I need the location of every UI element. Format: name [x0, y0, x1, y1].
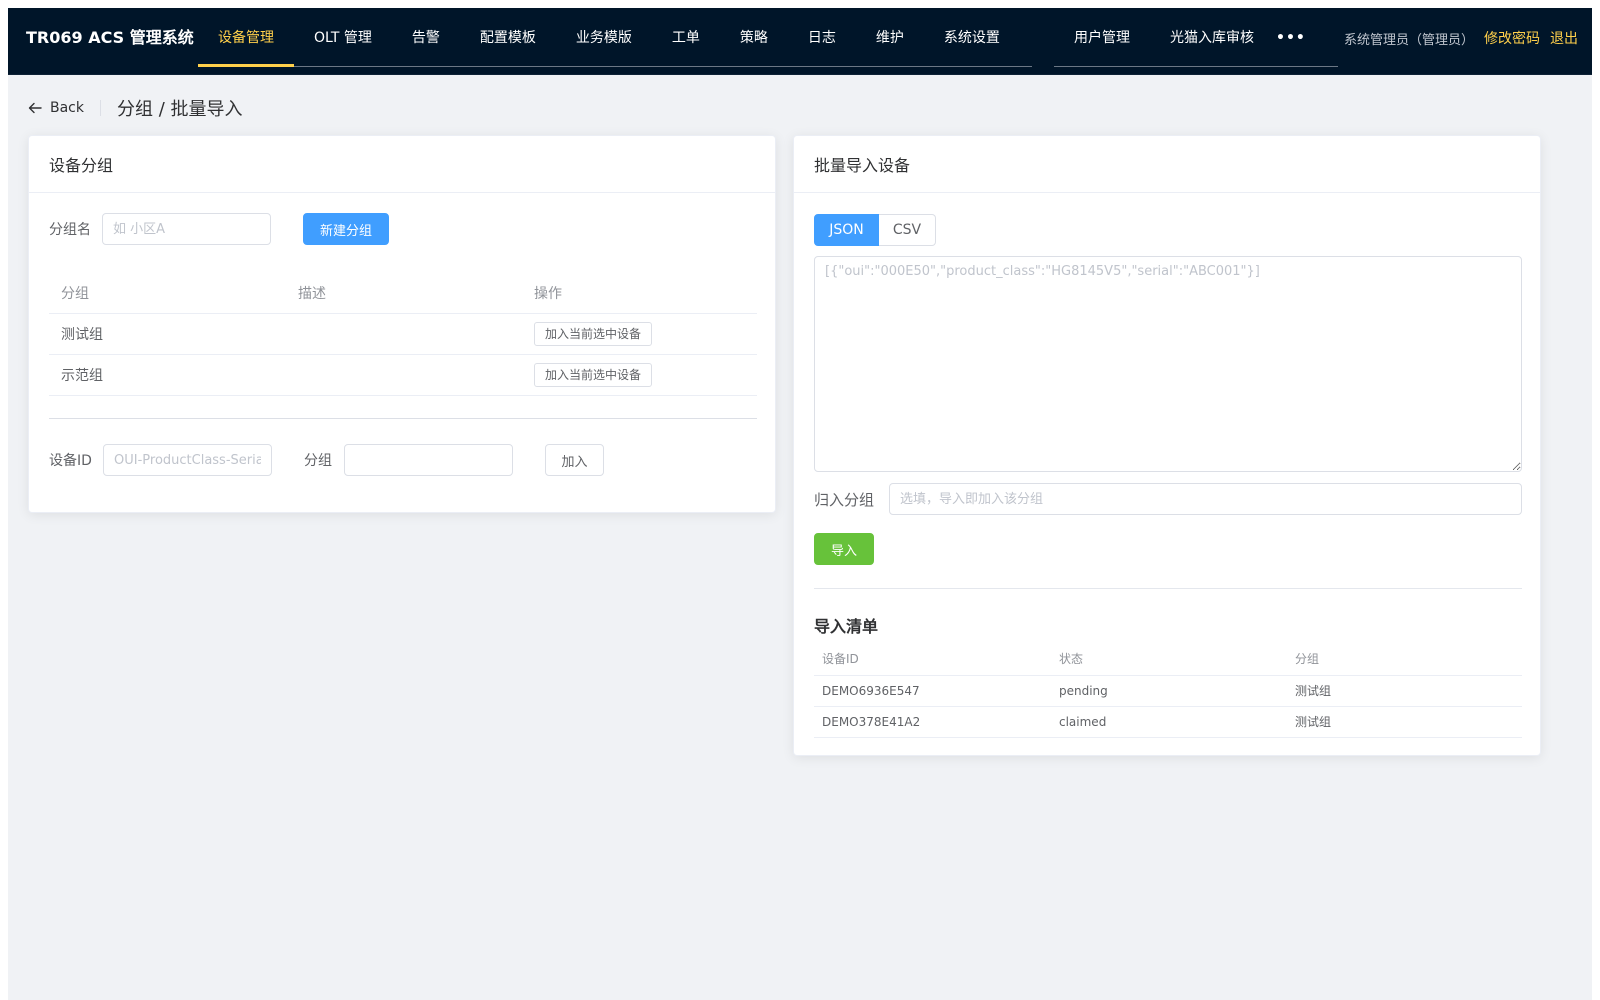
section-divider — [49, 418, 757, 419]
add-selected-devices-button[interactable]: 加入当前选中设备 — [534, 362, 653, 387]
column-header-status: 状态 — [1051, 643, 1287, 676]
nav-item-system-settings[interactable]: 系统设置 — [924, 8, 1020, 66]
nav-item-logs[interactable]: 日志 — [788, 8, 856, 66]
assign-group-row: 归入分组 — [814, 483, 1522, 515]
table-row: 示范组 加入当前选中设备 — [49, 354, 757, 396]
add-selected-devices-button[interactable]: 加入当前选中设备 — [534, 321, 653, 346]
import-button[interactable]: 导入 — [814, 533, 874, 565]
more-dots-icon: ••• — [1276, 30, 1306, 46]
app-title: TR069 ACS 管理系统 — [26, 28, 194, 47]
import-data-textarea[interactable] — [814, 256, 1522, 472]
groups-table-header: 分组 描述 操作 — [49, 273, 757, 314]
group-label: 分组 — [304, 453, 332, 469]
group-name-cell: 示范组 — [49, 354, 286, 396]
nav-item-user-management[interactable]: 用户管理 — [1054, 8, 1150, 66]
user-area: 系统管理员（管理员） 修改密码 退出 — [1344, 8, 1578, 68]
create-group-row: 分组名 新建分组 — [49, 213, 389, 245]
group-input[interactable] — [344, 444, 513, 476]
group-description-cell — [286, 354, 522, 396]
page-header: Back 分组 / 批量导入 — [28, 96, 243, 120]
batch-import-card-title: 批量导入设备 — [794, 136, 1540, 193]
top-nav-bar: TR069 ACS 管理系统 设备管理 OLT 管理 告警 配置模板 业务模版 … — [8, 8, 1592, 75]
nav-item-onu-intake-review[interactable]: 光猫入库审核 — [1150, 8, 1274, 66]
format-tab-csv[interactable]: CSV — [879, 214, 936, 246]
batch-import-card: 批量导入设备 JSON CSV 归入分组 导入 导入清单 设备ID 状态 分组 — [793, 135, 1541, 756]
device-id-label: 设备ID — [49, 453, 92, 469]
nav-item-work-orders[interactable]: 工单 — [652, 8, 720, 66]
table-row: 测试组 加入当前选中设备 — [49, 313, 757, 355]
app-frame: TR069 ACS 管理系统 设备管理 OLT 管理 告警 配置模板 业务模版 … — [8, 8, 1592, 1000]
main-nav: 设备管理 OLT 管理 告警 配置模板 业务模版 工单 策略 日志 维护 系统设… — [198, 8, 1032, 67]
change-password-link[interactable]: 修改密码 — [1484, 28, 1540, 48]
back-button[interactable]: Back — [28, 100, 101, 116]
group-name-input[interactable] — [102, 213, 271, 245]
device-id-cell: DEMO378E41A2 — [814, 706, 1051, 738]
group-name-label: 分组名 — [49, 222, 91, 238]
add-device-row: 设备ID 分组 加入 — [49, 444, 604, 476]
group-action-cell: 加入当前选中设备 — [522, 313, 757, 355]
status-cell: claimed — [1051, 706, 1287, 738]
nav-item-device-management[interactable]: 设备管理 — [198, 8, 294, 67]
nav-item-service-templates[interactable]: 业务模版 — [556, 8, 652, 66]
nav-item-alarms[interactable]: 告警 — [392, 8, 460, 66]
import-list-table: 设备ID 状态 分组 DEMO6936E547 pending 测试组 DEMO… — [814, 643, 1522, 738]
import-list-header: 设备ID 状态 分组 — [814, 643, 1522, 676]
more-menu-button[interactable]: ••• — [1276, 8, 1306, 68]
page-title: 分组 / 批量导入 — [117, 99, 243, 120]
create-group-button[interactable]: 新建分组 — [303, 213, 389, 245]
current-user-name: 系统管理员（管理员） — [1343, 32, 1474, 48]
nav-item-policies[interactable]: 策略 — [720, 8, 788, 66]
format-tab-json[interactable]: JSON — [814, 214, 879, 246]
section-divider — [814, 588, 1522, 589]
back-label: Back — [50, 100, 84, 116]
column-header-actions: 操作 — [522, 273, 757, 314]
column-header-group: 分组 — [49, 273, 286, 314]
format-toggle: JSON CSV — [814, 214, 936, 246]
device-groups-card: 设备分组 分组名 新建分组 分组 描述 操作 测试组 — [28, 135, 776, 513]
table-row: DEMO378E41A2 claimed 测试组 — [814, 706, 1522, 738]
group-action-cell: 加入当前选中设备 — [522, 354, 757, 396]
assign-group-input[interactable] — [889, 483, 1522, 515]
group-name-cell: 测试组 — [49, 313, 286, 355]
group-cell: 测试组 — [1287, 706, 1522, 738]
nav-item-olt-management[interactable]: OLT 管理 — [294, 8, 392, 66]
status-cell: pending — [1051, 675, 1287, 707]
device-id-input[interactable] — [103, 444, 272, 476]
logout-link[interactable]: 退出 — [1550, 28, 1578, 48]
nav-item-config-templates[interactable]: 配置模板 — [460, 8, 556, 66]
column-header-description: 描述 — [286, 273, 522, 314]
device-groups-card-title: 设备分组 — [29, 136, 775, 193]
assign-group-label: 归入分组 — [814, 490, 875, 509]
arrow-left-icon — [28, 102, 42, 114]
table-row: DEMO6936E547 pending 测试组 — [814, 675, 1522, 707]
device-id-cell: DEMO6936E547 — [814, 675, 1051, 707]
groups-table: 分组 描述 操作 测试组 加入当前选中设备 示范组 加入当前选中设备 — [49, 273, 757, 396]
nav-item-maintenance[interactable]: 维护 — [856, 8, 924, 66]
group-cell: 测试组 — [1287, 675, 1522, 707]
column-header-device-id: 设备ID — [814, 643, 1051, 676]
join-button[interactable]: 加入 — [545, 444, 604, 476]
column-header-group: 分组 — [1287, 643, 1522, 676]
import-list-title: 导入清单 — [814, 617, 879, 636]
group-description-cell — [286, 313, 522, 355]
